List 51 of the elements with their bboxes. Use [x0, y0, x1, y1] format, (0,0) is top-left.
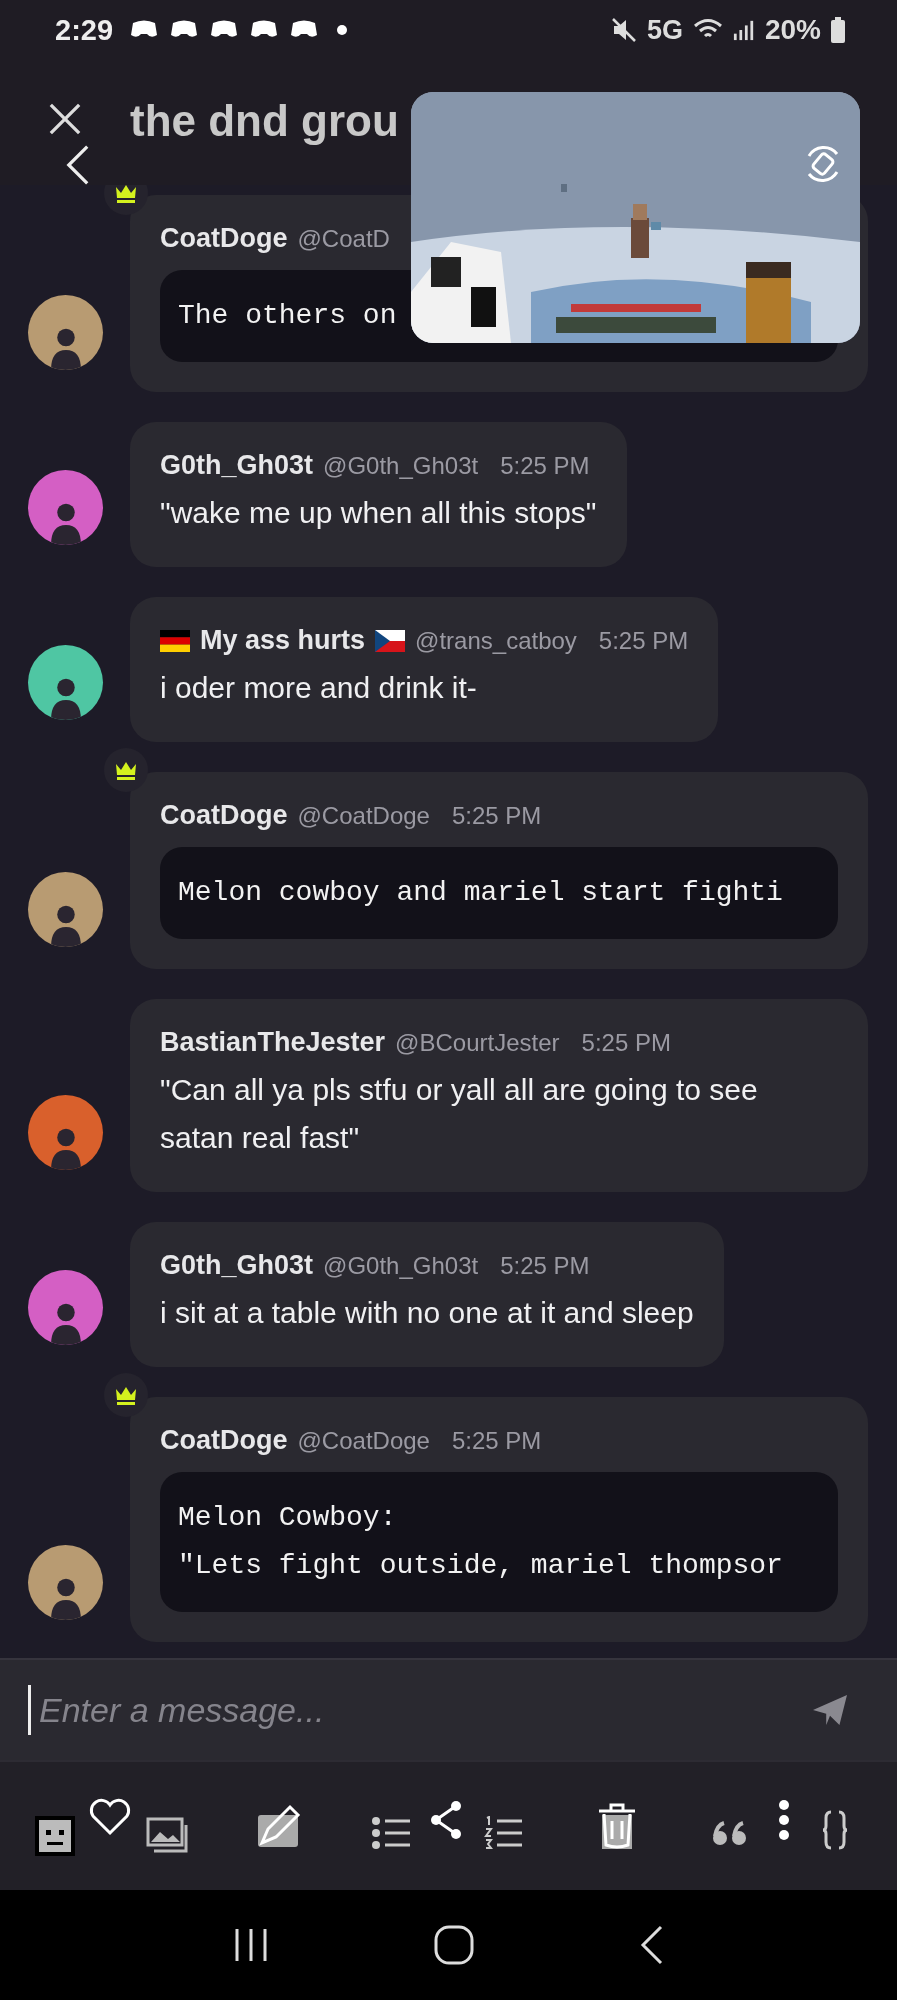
send-icon[interactable] [811, 1693, 849, 1727]
user-handle: @CoatDoge [297, 1426, 430, 1455]
code-block: Melon Cowboy: "Lets fight outside, mariel thompsor [160, 1472, 838, 1612]
chat-title: the dnd grou [130, 96, 399, 146]
dot-icon [337, 25, 348, 35]
image-icon[interactable] [146, 1817, 190, 1853]
user-handle: @BCourtJester [395, 1028, 560, 1057]
code-braces-icon[interactable] [822, 1810, 848, 1850]
timestamp: 5:25 PM [581, 1028, 671, 1057]
author-name[interactable]: My ass hurts [200, 625, 366, 656]
share-icon[interactable] [428, 1800, 464, 1840]
battery-icon [831, 17, 845, 43]
author-name[interactable]: G0th_Gh03t [160, 1250, 314, 1281]
user-handle: @CoatDoge [297, 801, 430, 830]
back-icon[interactable] [66, 144, 90, 186]
author-name[interactable]: BastianTheJester [160, 1027, 386, 1058]
message-text: "Can all ya pls stfu or yall all are going to see satan real fast" [160, 1072, 759, 1156]
user-handle: @G0th_Gh03t [323, 1251, 479, 1280]
timestamp: 5:25 PM [451, 1426, 542, 1455]
back-icon[interactable] [640, 1925, 665, 1965]
timestamp: 5:25 PM [500, 1251, 590, 1280]
gif-edit-icon[interactable] [256, 1803, 302, 1849]
user-handle: @G0th_Gh03t [323, 451, 479, 480]
face-icon[interactable] [35, 1816, 75, 1856]
quote-icon[interactable] [712, 1820, 748, 1846]
author-name[interactable]: CoatDoge [160, 223, 288, 254]
message-text: i sit at a table with no one at it and sleep [160, 1295, 694, 1331]
timestamp: 5:25 PM [598, 626, 689, 655]
message-text: i oder more and drink it- [160, 670, 478, 706]
network-label: 5G [646, 14, 683, 46]
timestamp: 5:25 PM [451, 801, 542, 830]
numbered-list-icon[interactable] [484, 1816, 524, 1850]
code-block: Melon cowboy and mariel start fighti [160, 847, 838, 939]
heart-icon[interactable] [88, 1798, 132, 1836]
more-icon[interactable] [778, 1800, 790, 1840]
user-handle: @trans_catboy [415, 626, 577, 655]
home-icon[interactable] [434, 1925, 475, 1965]
trash-icon[interactable] [596, 1801, 638, 1851]
author-name[interactable]: G0th_Gh03t [160, 450, 314, 481]
status-time: 2:29 [55, 13, 114, 47]
battery-level: 20% [764, 14, 821, 46]
user-handle: @CoatD [297, 224, 390, 253]
flag-icon [375, 629, 406, 652]
bullet-list-icon[interactable] [372, 1816, 412, 1850]
timestamp: 5:25 PM [500, 451, 590, 480]
message-text: "wake me up when all this stops" [160, 495, 597, 531]
close-icon[interactable] [48, 102, 82, 136]
signal-icon [732, 19, 755, 41]
author-name[interactable]: CoatDoge [160, 1425, 288, 1456]
author-name[interactable]: CoatDoge [160, 800, 288, 831]
mute-icon [610, 17, 637, 43]
